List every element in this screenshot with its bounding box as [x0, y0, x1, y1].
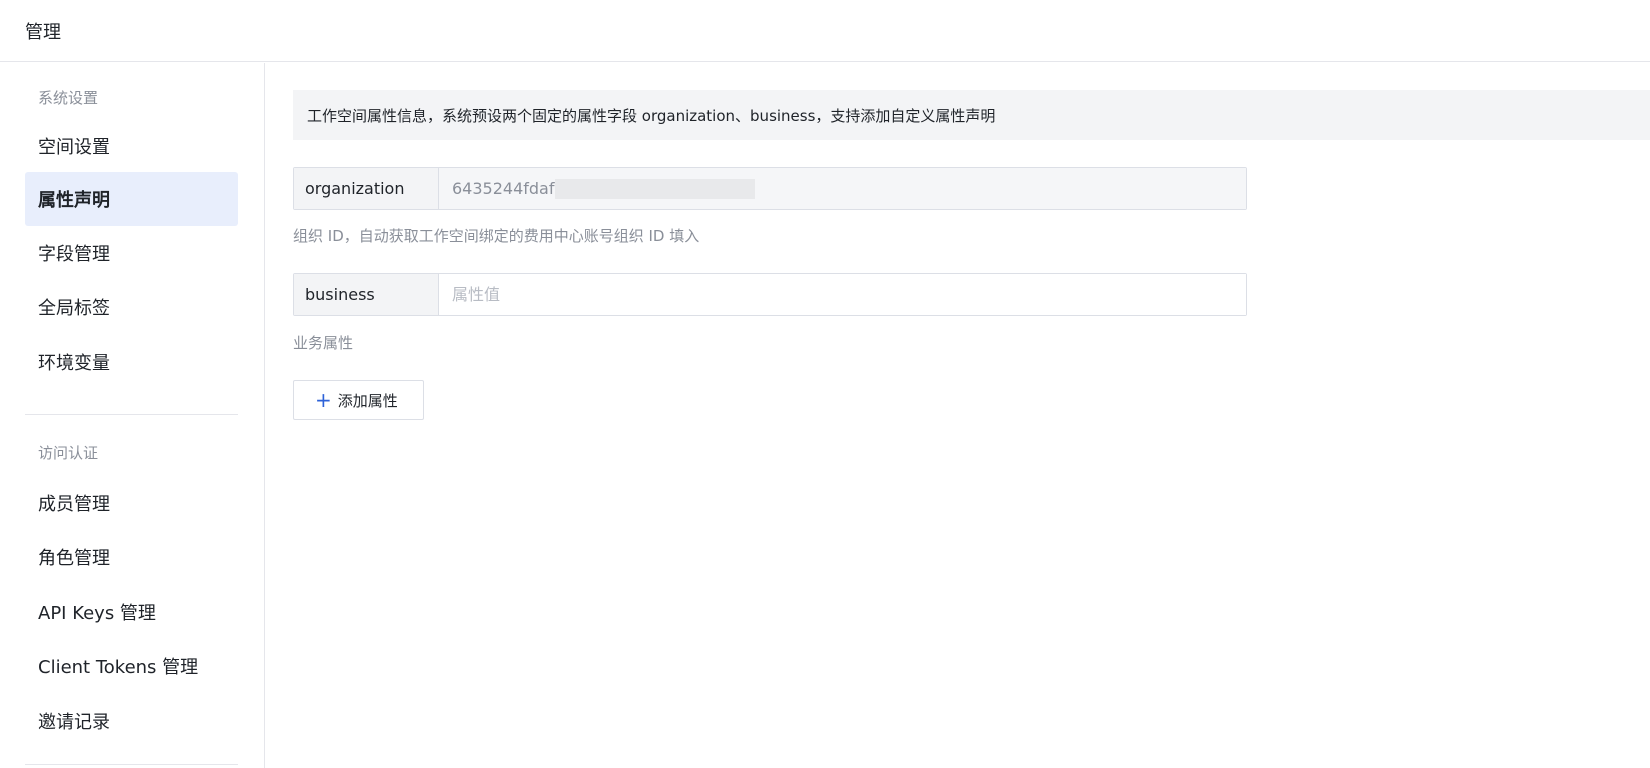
sidebar-group-title-system: 系统设置 [38, 89, 99, 107]
sidebar-item-space-settings[interactable]: 空间设置 [25, 119, 238, 173]
sidebar-item-roles[interactable]: 角色管理 [25, 530, 238, 584]
sidebar-item-invite-records[interactable]: 邀请记录 [25, 694, 238, 748]
sidebar-group-title-access: 访问认证 [38, 444, 99, 462]
page-title: 管理 [25, 21, 61, 43]
property-value-organization: 6435244fdaf [439, 168, 1246, 209]
property-help-business: 业务属性 [293, 334, 354, 352]
sidebar-item-attribute-declaration[interactable]: 属性声明 [25, 172, 238, 226]
plus-icon: + [315, 388, 332, 412]
sidebar-item-members[interactable]: 成员管理 [25, 476, 238, 530]
sidebar-item-field-management[interactable]: 字段管理 [25, 226, 238, 280]
sidebar-item-api-keys[interactable]: API Keys 管理 [25, 585, 238, 639]
property-key: organization [294, 168, 439, 209]
sidebar-item-env-variables[interactable]: 环境变量 [25, 335, 238, 389]
property-row-organization: organization 6435244fdaf [293, 167, 1247, 210]
top-header: 管理 [0, 0, 1650, 62]
business-value-input[interactable] [452, 274, 1246, 315]
add-property-label: 添加属性 [337, 391, 398, 410]
main-content: 工作空间属性信息，系统预设两个固定的属性字段 organization、busi… [266, 63, 1650, 768]
info-text: 工作空间属性信息，系统预设两个固定的属性字段 organization、busi… [307, 106, 996, 125]
sidebar-item-client-tokens[interactable]: Client Tokens 管理 [25, 639, 238, 693]
property-key: business [294, 274, 439, 315]
property-value-text: 6435244fdaf [452, 179, 555, 198]
sidebar: 系统设置 空间设置 属性声明 字段管理 全局标签 环境变量 访问认证 成员管理 … [0, 63, 265, 768]
sidebar-item-global-tags[interactable]: 全局标签 [25, 280, 238, 334]
property-value-business [439, 274, 1246, 315]
property-help-organization: 组织 ID，自动获取工作空间绑定的费用中心账号组织 ID 填入 [293, 227, 700, 245]
property-row-business: business [293, 273, 1247, 316]
sidebar-divider [25, 414, 238, 415]
sidebar-divider-bottom [25, 764, 238, 765]
add-property-button[interactable]: + 添加属性 [293, 380, 424, 420]
info-banner: 工作空间属性信息，系统预设两个固定的属性字段 organization、busi… [293, 90, 1650, 140]
redacted-block [555, 178, 756, 199]
